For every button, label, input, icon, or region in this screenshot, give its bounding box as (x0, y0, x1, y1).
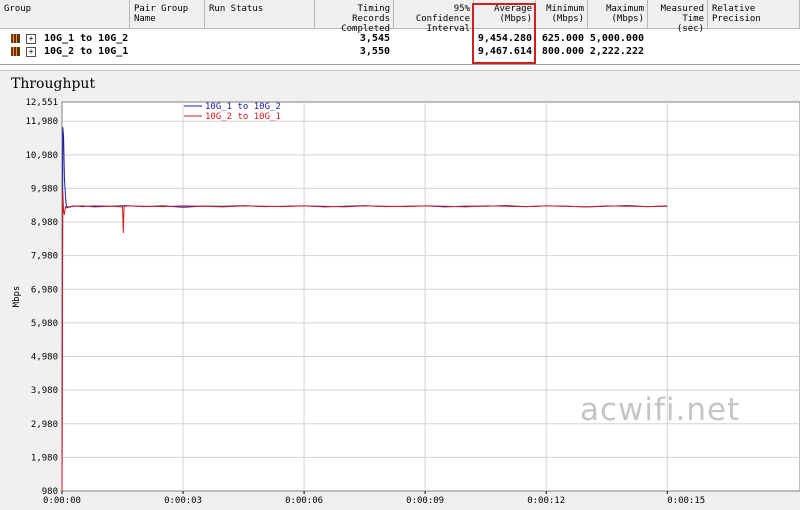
x-tick-label: 0:00:09 (406, 496, 444, 506)
throughput-chart: 9801,9802,9803,9804,9805,9806,9807,9808,… (12, 98, 800, 506)
y-tick-label: 4,980 (31, 353, 58, 363)
plot-area (61, 101, 800, 492)
y-tick-label: 3,980 (31, 386, 58, 396)
x-tick-label: 0:00:03 (164, 496, 202, 506)
y-tick-label: 6,980 (31, 285, 58, 295)
y-axis-label: Mbps (12, 286, 22, 308)
legend-entry: 10G_2 to 10G_1 (205, 112, 281, 122)
y-tick-label: 7,980 (31, 252, 58, 262)
y-tick-label: 12,551 (25, 98, 58, 108)
y-tick-label: 11,980 (25, 117, 58, 127)
y-tick-label: 9,980 (31, 184, 58, 194)
y-tick-label: 2,980 (31, 420, 58, 430)
y-tick-label: 1,980 (31, 453, 58, 463)
y-tick-label: 5,980 (31, 319, 58, 329)
x-tick-label: 0:00:12 (527, 496, 565, 506)
x-tick-label: 0:00:06 (285, 496, 323, 506)
x-tick-label: 0:00:00 (43, 496, 81, 506)
legend-entry: 10G_1 to 10G_2 (205, 102, 281, 112)
x-tick-label: 0:00:15 (667, 496, 705, 506)
watermark: acwifi.net (580, 392, 741, 428)
y-tick-label: 8,980 (31, 218, 58, 228)
y-tick-label: 10,980 (25, 151, 58, 161)
